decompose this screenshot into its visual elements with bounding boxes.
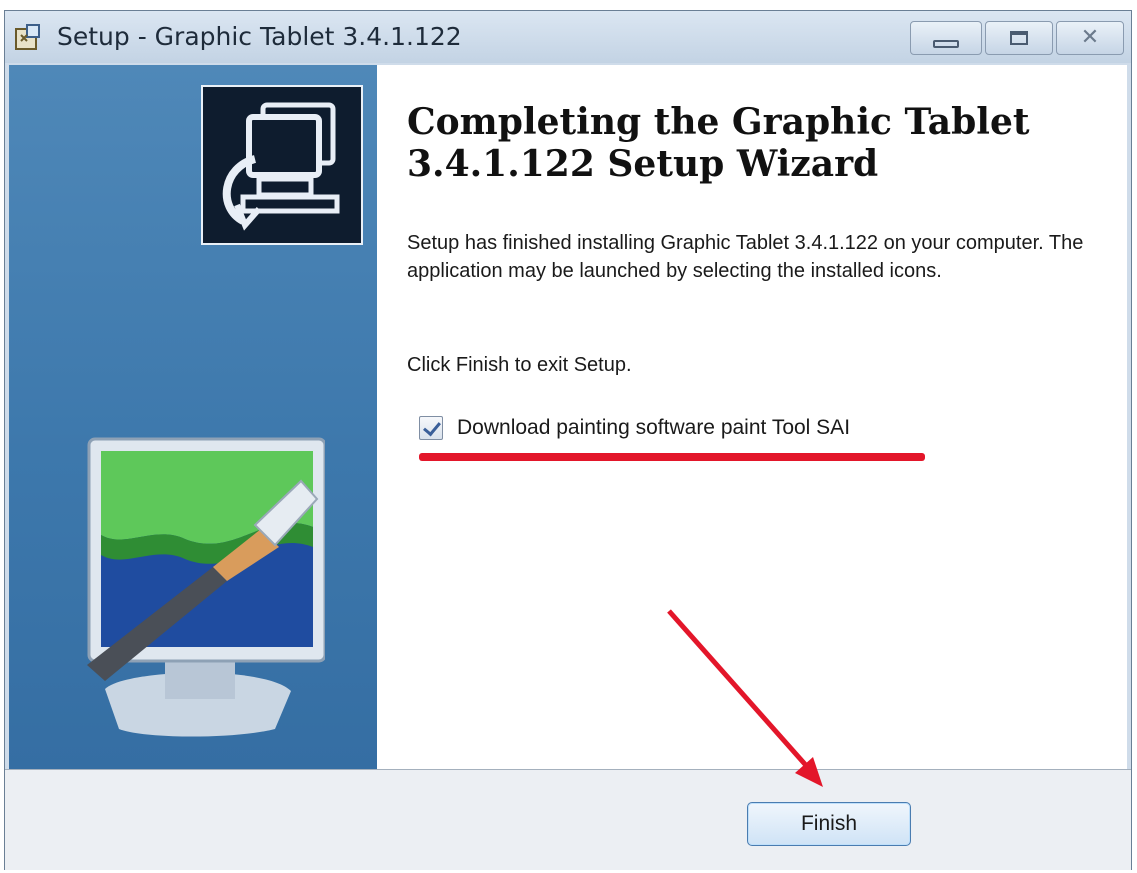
setup-window: Setup - Graphic Tablet 3.4.1.122 ✕ Compl… [4,10,1132,870]
wizard-sidebar [9,65,377,769]
download-option[interactable]: Download painting software paint Tool SA… [419,416,850,440]
maximize-icon [1010,31,1028,45]
exit-instruction: Click Finish to exit Setup. [407,354,632,376]
monitor-brush-illustration [87,437,325,737]
close-icon: ✕ [1080,25,1100,50]
minimize-icon [933,40,959,48]
wizard-content: Completing the Graphic Tablet 3.4.1.122 … [9,65,1127,769]
maximize-button[interactable] [985,21,1053,55]
close-button[interactable]: ✕ [1056,21,1124,55]
setup-icon [15,24,40,50]
installer-logo [201,85,363,245]
minimize-button[interactable] [910,21,982,55]
download-checkbox[interactable] [419,416,443,440]
finish-button[interactable]: Finish [747,802,911,846]
wizard-footer: Finish [5,769,1131,870]
annotation-underline [419,453,925,461]
page-title: Completing the Graphic Tablet 3.4.1.122 … [407,101,1030,185]
completion-message: Setup has finished installing Graphic Ta… [407,232,1084,282]
title-bar[interactable]: Setup - Graphic Tablet 3.4.1.122 ✕ [5,11,1131,63]
window-title: Setup - Graphic Tablet 3.4.1.122 [57,22,462,51]
download-checkbox-label[interactable]: Download painting software paint Tool SA… [457,416,850,440]
